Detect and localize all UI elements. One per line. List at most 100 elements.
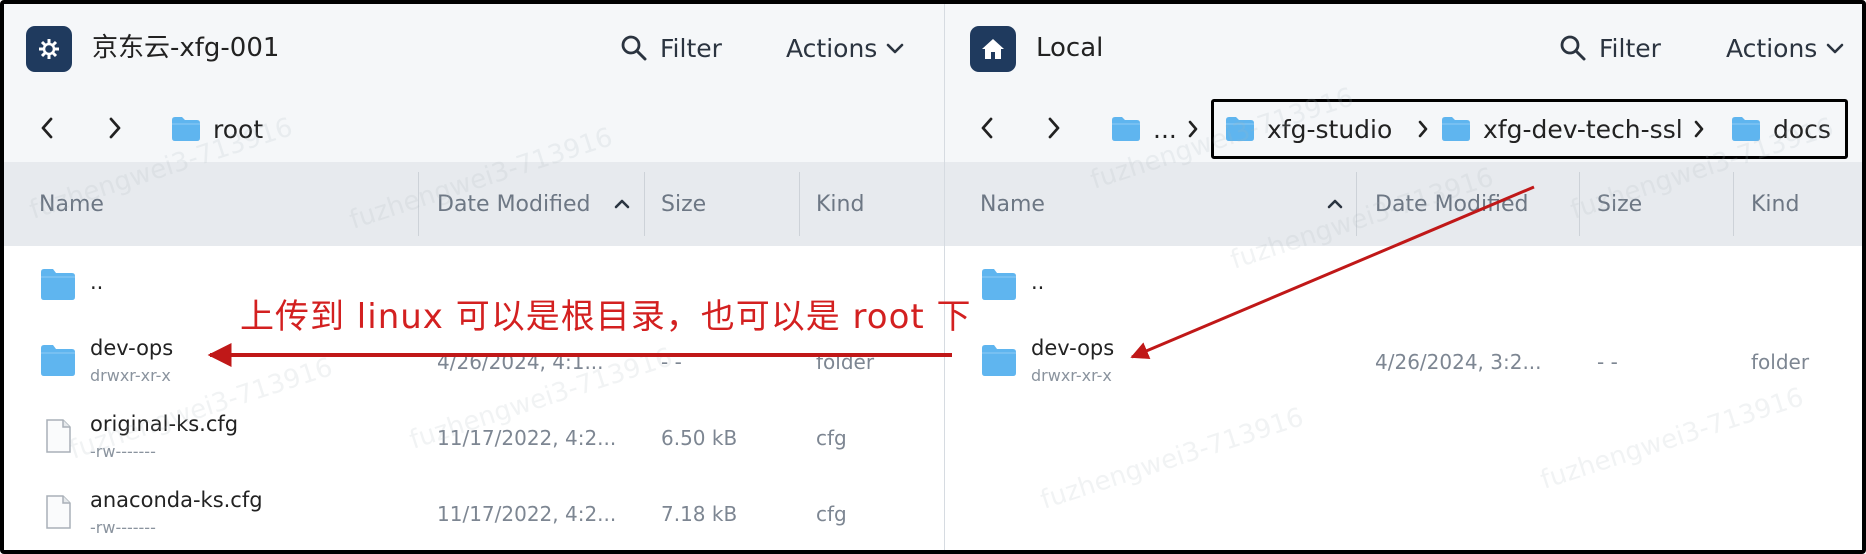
filter-label: Filter — [1599, 33, 1661, 63]
filter-label: Filter — [660, 33, 722, 63]
watermark: fuzhengwei3-713916 — [1537, 382, 1808, 496]
watermark: fuzhengwei3-713916 — [1037, 402, 1308, 516]
column-header: Name Date Modified Size Kind — [945, 162, 1862, 246]
breadcrumb-label: root — [213, 114, 264, 144]
breadcrumb-label: ... — [1153, 114, 1177, 144]
file-icon — [46, 419, 71, 453]
file-permissions: drwxr-xr-x — [1031, 366, 1112, 385]
file-size: 6.50 kB — [661, 426, 738, 450]
navigation-bar: root — [4, 94, 944, 162]
filter-button[interactable]: Filter — [1559, 30, 1661, 66]
folder-icon — [41, 345, 75, 376]
file-date: 11/17/2022, 4:2... — [437, 426, 617, 450]
file-permissions: -rw------- — [90, 518, 156, 537]
pane-header: 京东云-xfg-001 Filter Actions — [4, 4, 944, 94]
file-kind: folder — [1751, 350, 1810, 374]
chevron-right-icon — [1182, 112, 1204, 146]
host-title: Local — [1036, 33, 1104, 63]
folder-icon — [982, 269, 1016, 300]
folder-icon — [1112, 117, 1140, 141]
chevron-right-icon — [1048, 117, 1060, 139]
server-gear-icon[interactable] — [26, 26, 72, 72]
app-window: 京东云-xfg-001 Filter Actions root Name Dat… — [0, 0, 1866, 554]
column-kind[interactable]: Kind — [1751, 162, 1799, 246]
column-divider[interactable] — [644, 172, 645, 236]
file-icon — [46, 495, 71, 529]
chevron-right-icon — [109, 117, 121, 139]
file-date: 4/26/2024, 3:2... — [1375, 350, 1542, 374]
file-kind: folder — [816, 350, 875, 374]
breadcrumb-label: docs — [1773, 114, 1831, 144]
file-size: - - — [1597, 350, 1618, 374]
column-divider[interactable] — [1356, 172, 1357, 236]
breadcrumb-root[interactable]: root — [171, 112, 263, 146]
back-button[interactable] — [972, 112, 1002, 144]
chevron-right-icon — [1412, 112, 1434, 146]
column-date-modified[interactable]: Date Modified — [1375, 162, 1528, 246]
file-date: 4/26/2024, 4:1... — [437, 350, 604, 374]
column-size[interactable]: Size — [1597, 162, 1642, 246]
back-button[interactable] — [32, 112, 62, 144]
file-permissions: -rw------- — [90, 442, 156, 461]
pane-header: Local Filter Actions — [945, 4, 1862, 94]
breadcrumb-label: xfg-studio — [1267, 114, 1393, 144]
chevron-down-icon — [887, 43, 904, 54]
column-header: Name Date Modified Size Kind — [4, 162, 944, 246]
column-name[interactable]: Name — [39, 162, 104, 246]
file-name: original-ks.cfg — [90, 412, 239, 436]
file-name: .. — [1031, 270, 1045, 294]
column-divider[interactable] — [799, 172, 800, 236]
column-name[interactable]: Name — [980, 162, 1045, 246]
breadcrumb-docs[interactable]: docs — [1731, 112, 1831, 146]
file-name: anaconda-ks.cfg — [90, 488, 263, 512]
list-item[interactable]: anaconda-ks.cfg -rw------- 11/17/2022, 4… — [4, 474, 944, 550]
forward-button[interactable] — [1039, 112, 1069, 144]
chevron-left-icon — [981, 117, 993, 139]
file-size: - - — [661, 350, 682, 374]
folder-icon — [1442, 117, 1470, 141]
filter-button[interactable]: Filter — [620, 30, 722, 66]
file-date: 11/17/2022, 4:2... — [437, 502, 617, 526]
column-date-modified[interactable]: Date Modified — [437, 162, 590, 246]
file-name: .. — [90, 270, 104, 294]
list-item[interactable]: dev-ops drwxr-xr-x 4/26/2024, 3:2... - -… — [945, 322, 1862, 398]
file-kind: cfg — [816, 502, 847, 526]
actions-button[interactable]: Actions — [786, 30, 905, 66]
folder-icon — [1226, 117, 1254, 141]
local-pane: Local Filter Actions ... xfg-studio xfg-… — [945, 4, 1862, 550]
breadcrumb-label: xfg-dev-tech-ssl — [1483, 114, 1683, 144]
navigation-bar: ... xfg-studio xfg-dev-tech-ssl docs — [945, 94, 1862, 162]
column-divider[interactable] — [1733, 172, 1734, 236]
search-icon — [621, 35, 647, 61]
column-divider[interactable] — [418, 172, 419, 236]
column-kind[interactable]: Kind — [816, 162, 864, 246]
actions-label: Actions — [1726, 33, 1818, 63]
remote-pane: 京东云-xfg-001 Filter Actions root Name Dat… — [4, 4, 944, 550]
chevron-right-icon — [1688, 112, 1710, 146]
breadcrumb-collapsed[interactable]: ... — [1111, 112, 1177, 146]
folder-icon — [172, 117, 200, 141]
home-icon[interactable] — [970, 26, 1016, 72]
list-item-parent[interactable]: .. — [945, 246, 1862, 322]
breadcrumb-xfg-dev-tech-ssl[interactable]: xfg-dev-tech-ssl — [1441, 112, 1683, 146]
column-divider[interactable] — [1579, 172, 1580, 236]
file-kind: cfg — [816, 426, 847, 450]
folder-icon — [41, 269, 75, 300]
chevron-down-icon — [1827, 43, 1844, 54]
forward-button[interactable] — [100, 112, 130, 144]
sort-ascending-icon[interactable] — [1325, 194, 1345, 214]
list-item[interactable]: original-ks.cfg -rw------- 11/17/2022, 4… — [4, 398, 944, 474]
actions-button[interactable]: Actions — [1726, 30, 1845, 66]
actions-label: Actions — [786, 33, 878, 63]
file-permissions: drwxr-xr-x — [90, 366, 171, 385]
file-name: dev-ops — [1031, 336, 1115, 360]
breadcrumb-xfg-studio[interactable]: xfg-studio — [1225, 112, 1392, 146]
folder-icon — [982, 345, 1016, 376]
file-name: dev-ops — [90, 336, 174, 360]
folder-icon — [1732, 117, 1760, 141]
file-size: 7.18 kB — [661, 502, 738, 526]
search-icon — [1560, 35, 1586, 61]
sort-ascending-icon[interactable] — [612, 194, 632, 214]
column-size[interactable]: Size — [661, 162, 706, 246]
host-title: 京东云-xfg-001 — [92, 33, 280, 63]
